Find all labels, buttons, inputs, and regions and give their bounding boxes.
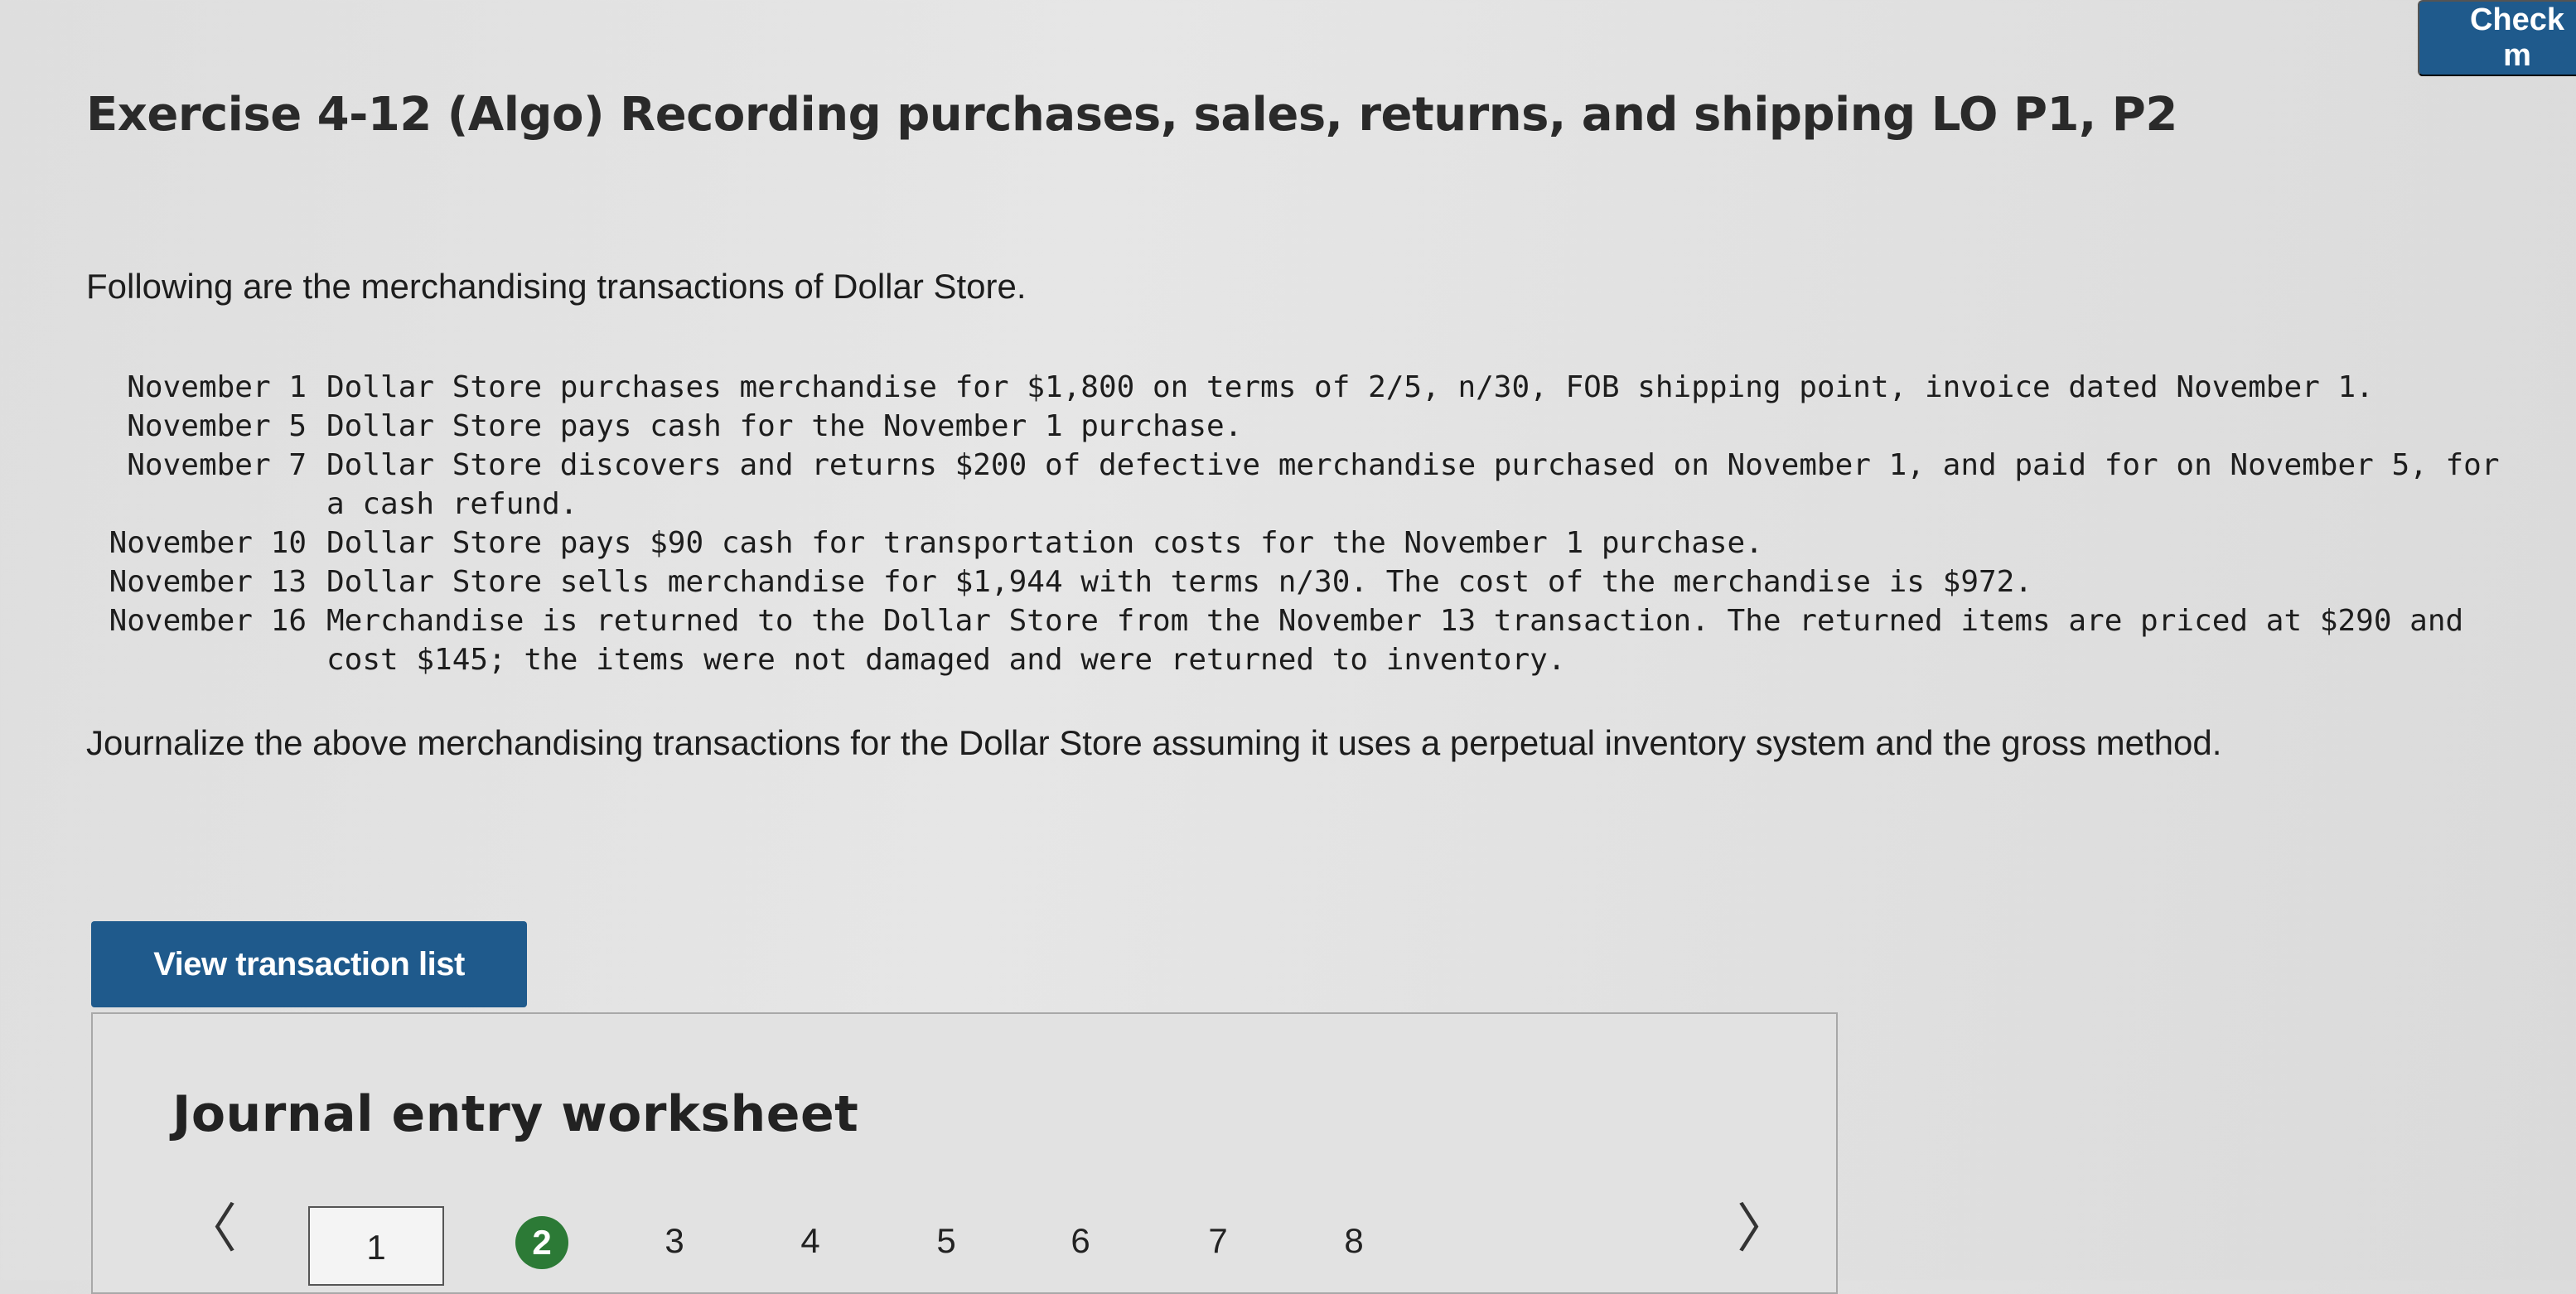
transaction-description: Dollar Store pays cash for the November … bbox=[326, 409, 1243, 443]
page-6-button[interactable]: 6 bbox=[1056, 1216, 1105, 1266]
transaction-description: Merchandise is returned to the Dollar St… bbox=[326, 604, 2464, 677]
transaction-row: November 7 Dollar Store discovers and re… bbox=[83, 446, 2522, 524]
transaction-date: November 13 bbox=[109, 565, 307, 599]
page-8-button[interactable]: 8 bbox=[1329, 1216, 1379, 1266]
transaction-row: November 5 Dollar Store pays cash for th… bbox=[83, 407, 2522, 446]
page-1-button[interactable]: 1 bbox=[308, 1206, 444, 1286]
view-transaction-list-button[interactable]: View transaction list bbox=[91, 921, 527, 1007]
transaction-description: Dollar Store pays $90 cash for transport… bbox=[326, 526, 1763, 560]
transaction-date: November 7 bbox=[127, 448, 307, 482]
intro-text: Following are the merchandising transact… bbox=[86, 267, 1027, 306]
page-7-button[interactable]: 7 bbox=[1193, 1216, 1243, 1266]
chevron-right-icon[interactable]: 〉 bbox=[1737, 1203, 1790, 1256]
instruction-text: Journalize the above merchandising trans… bbox=[86, 723, 2222, 762]
transaction-description: Dollar Store purchases merchandise for $… bbox=[326, 370, 2374, 404]
transaction-row: November 1 Dollar Store purchases mercha… bbox=[83, 368, 2522, 407]
transaction-date: November 10 bbox=[109, 526, 307, 560]
page-4-button[interactable]: 4 bbox=[785, 1216, 835, 1266]
check-my-work-button[interactable]: Check m bbox=[2418, 0, 2576, 76]
page-3-button[interactable]: 3 bbox=[650, 1216, 699, 1266]
transactions-table: November 1 Dollar Store purchases mercha… bbox=[83, 368, 2522, 679]
worksheet-pagination: 〈 1 2 3 4 5 6 7 8 〉 bbox=[93, 1190, 1836, 1286]
worksheet-title: Journal entry worksheet bbox=[172, 1085, 859, 1143]
transaction-row: November 13 Dollar Store sells merchandi… bbox=[83, 563, 2522, 601]
chevron-left-icon[interactable]: 〈 bbox=[184, 1203, 237, 1256]
exercise-title: Exercise 4-12 (Algo) Recording purchases… bbox=[86, 88, 2177, 142]
journal-entry-worksheet: Journal entry worksheet 〈 1 2 3 4 5 6 7 … bbox=[91, 1012, 1838, 1294]
page-5-button[interactable]: 5 bbox=[921, 1216, 971, 1266]
transaction-date: November 16 bbox=[109, 604, 307, 638]
page-2-button[interactable]: 2 bbox=[515, 1216, 568, 1269]
transaction-date: November 1 bbox=[127, 370, 307, 404]
transaction-date: November 5 bbox=[127, 409, 307, 443]
transaction-row: November 10 Dollar Store pays $90 cash f… bbox=[83, 524, 2522, 563]
transaction-row: November 16 Merchandise is returned to t… bbox=[83, 601, 2522, 679]
transaction-description: Dollar Store discovers and returns $200 … bbox=[326, 448, 2500, 521]
transaction-description: Dollar Store sells merchandise for $1,94… bbox=[326, 565, 2033, 599]
